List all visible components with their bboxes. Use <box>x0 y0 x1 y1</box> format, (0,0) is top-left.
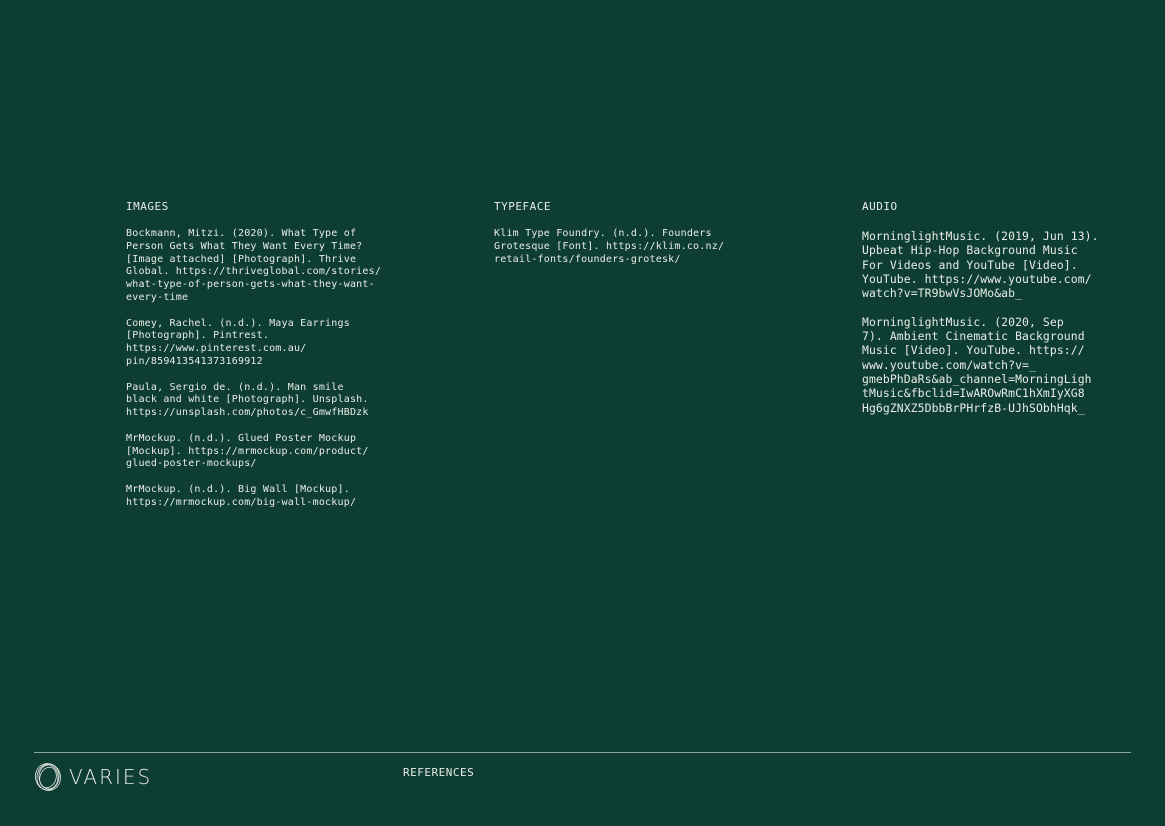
images-entries: Bockmann, Mitzi. (2020). What Type of Pe… <box>126 228 426 510</box>
reference-line: Klim Type Foundry. (n.d.). Founders <box>494 228 712 239</box>
reference-line: watch?v=TR9bwVsJOMo&ab_ <box>862 286 1023 301</box>
reference-line: MrMockup. (n.d.). Glued Poster Mockup <box>126 432 357 444</box>
reference-line: Comey, Rachel. (n.d.). Maya Earrings <box>126 317 350 329</box>
reference-line: Global. https://thriveglobal.com/stories… <box>126 266 382 278</box>
reference-line: https://www.pinterest.com.au/ <box>126 343 307 355</box>
reference-entry: MorninglightMusic. (2019, Jun 13). Upbea… <box>862 229 1137 300</box>
typeface-column: TYPEFACE Klim Type Foundry. (n.d.). Foun… <box>494 200 794 279</box>
reference-line: MorninglightMusic. (2020, Sep <box>862 314 1064 329</box>
reference-line: every-time <box>126 291 189 303</box>
reference-line: Upbeat Hip-Hop Background Music <box>862 243 1078 258</box>
reference-line: www.youtube.com/watch?v=_ <box>862 357 1036 372</box>
reference-line: [Image attached] [Photograph]. Thrive <box>126 253 357 265</box>
reference-line: YouTube. https://www.youtube.com/ <box>862 271 1092 286</box>
reference-line: tMusic&fbclid=IwAROwRmC1hXmIyXG8 <box>862 386 1085 401</box>
reference-entry: MrMockup. (n.d.). Big Wall [Mockup]. htt… <box>126 484 426 510</box>
reference-line: [Mockup]. https://mrmockup.com/product/ <box>126 445 369 457</box>
reference-line: gmebPhDaRs&ab_channel=MorningLigh <box>862 371 1092 386</box>
reference-line: Grotesque [Font]. https://klim.co.nz/ <box>494 240 725 252</box>
reference-line: glued-poster-mockups/ <box>126 458 257 470</box>
reference-line: what-type-of-person-gets-what-they-want- <box>126 279 375 291</box>
reference-line: Paula, Sergio de. (n.d.). Man smile <box>126 381 344 393</box>
brand-logo: VARIES <box>34 761 152 793</box>
reference-line: 7). Ambient Cinematic Background <box>862 329 1085 344</box>
page-title: REFERENCES <box>403 766 475 779</box>
reference-line: Bockmann, Mitzi. (2020). What Type of <box>126 228 357 239</box>
concentric-rings-icon <box>35 763 61 791</box>
brand-name: VARIES <box>69 765 153 789</box>
typeface-heading: TYPEFACE <box>494 200 551 213</box>
reference-line: [Photograph]. Pintrest. <box>126 330 270 342</box>
reference-line: Music [Video]. YouTube. https:// <box>862 343 1085 358</box>
typeface-entries: Klim Type Foundry. (n.d.). Founders Grot… <box>494 228 794 266</box>
reference-line: Person Gets What They Want Every Time? <box>126 240 363 252</box>
audio-column: AUDIO MorninglightMusic. (2019, Jun 13).… <box>862 200 1137 429</box>
reference-entry: MrMockup. (n.d.). Glued Poster Mockup [M… <box>126 433 426 471</box>
reference-line: MrMockup. (n.d.). Big Wall [Mockup]. <box>126 483 350 495</box>
reference-entry: Paula, Sergio de. (n.d.). Man smile blac… <box>126 382 426 420</box>
audio-heading: AUDIO <box>862 200 898 213</box>
reference-entry: Comey, Rachel. (n.d.). Maya Earrings [Ph… <box>126 318 426 369</box>
reference-line: For Videos and YouTube [Video]. <box>862 257 1078 272</box>
reference-line: pin/859413541373169912 <box>126 355 263 367</box>
reference-line: MorninglightMusic. (2019, Jun 13). <box>862 229 1099 243</box>
reference-entry: MorninglightMusic. (2020, Sep 7). Ambien… <box>862 315 1137 415</box>
audio-entries: MorninglightMusic. (2019, Jun 13). Upbea… <box>862 229 1137 415</box>
reference-line: Hg6gZNXZ5DbbBrPHrfzB-UJhSObhHqk_ <box>862 400 1085 415</box>
images-column: IMAGES Bockmann, Mitzi. (2020). What Typ… <box>126 200 426 522</box>
reference-line: https://mrmockup.com/big-wall-mockup/ <box>126 496 357 508</box>
images-heading: IMAGES <box>126 200 169 213</box>
reference-entry: Klim Type Foundry. (n.d.). Founders Grot… <box>494 228 794 266</box>
reference-line: retail-fonts/founders-grotesk/ <box>494 253 681 265</box>
footer-divider <box>34 752 1131 753</box>
reference-line: https://unsplash.com/photos/c_GmwfHBDzk <box>126 407 369 419</box>
reference-entry: Bockmann, Mitzi. (2020). What Type of Pe… <box>126 228 426 305</box>
reference-line: black and white [Photograph]. Unsplash. <box>126 394 369 406</box>
